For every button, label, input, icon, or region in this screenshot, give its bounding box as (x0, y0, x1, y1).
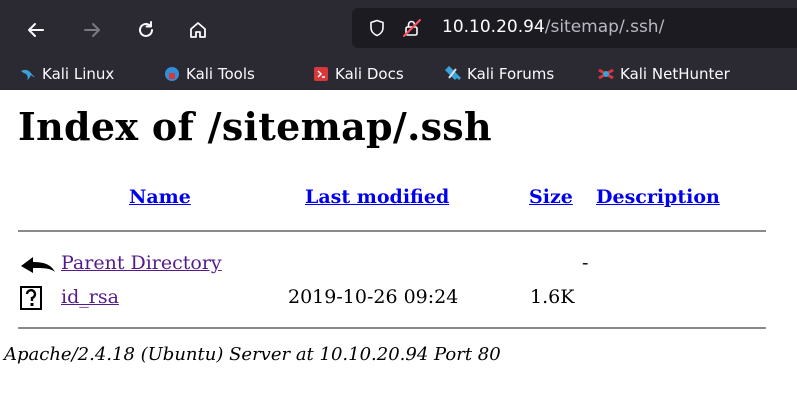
bookmark-kali-forums[interactable]: Kali Forums (445, 65, 554, 83)
footer-divider (18, 327, 766, 329)
back-folder-icon (21, 257, 55, 273)
reload-icon (139, 21, 153, 37)
navigation-toolbar: 10.10.20.94/sitemap/.ssh/ (0, 0, 797, 58)
sort-modified-link[interactable]: Last modified (305, 186, 449, 208)
insecure-lock-icon[interactable] (402, 18, 422, 38)
back-button[interactable] (22, 16, 50, 44)
home-icon (190, 22, 206, 38)
url-host: 10.10.20.94 (442, 17, 545, 37)
row-size: - (582, 252, 589, 274)
bookmark-kali-nethunter[interactable]: Kali NetHunter (598, 65, 730, 83)
back-arrow-icon (28, 23, 44, 37)
column-header-description[interactable]: Description (596, 186, 720, 208)
unknown-file-icon (20, 286, 42, 310)
sort-size-link[interactable]: Size (529, 186, 573, 208)
shield-icon[interactable] (368, 19, 386, 37)
column-header-name[interactable]: Name (129, 186, 191, 208)
header-divider (18, 230, 766, 232)
reload-button[interactable] (132, 16, 160, 44)
row-last-modified: 2019-10-26 09:24 (288, 286, 459, 308)
kali-forums-icon (445, 66, 461, 81)
kali-nethunter-icon (598, 68, 614, 80)
bookmark-kali-linux[interactable]: Kali Linux (20, 65, 114, 83)
forward-button[interactable] (78, 16, 106, 44)
bookmark-label: Kali NetHunter (620, 65, 730, 83)
row-size: 1.6K (530, 286, 575, 308)
column-header-last-modified[interactable]: Last modified (305, 186, 449, 208)
kali-tools-icon (165, 67, 179, 81)
url-text[interactable]: 10.10.20.94/sitemap/.ssh/ (442, 17, 664, 37)
bookmark-label: Kali Docs (335, 65, 404, 83)
home-button[interactable] (184, 16, 212, 44)
bookmarks-toolbar: Kali Linux Kali Tools Kali Docs Kali For… (0, 58, 797, 90)
parent-directory-link[interactable]: Parent Directory (61, 252, 222, 274)
bookmark-label: Kali Tools (186, 65, 255, 83)
kali-dragon-icon (21, 69, 35, 80)
sort-description-link[interactable]: Description (596, 186, 720, 208)
bookmark-kali-docs[interactable]: Kali Docs (313, 65, 404, 83)
page-title: Index of /sitemap/.ssh (18, 104, 492, 149)
kali-docs-icon (314, 67, 328, 81)
bookmark-kali-tools[interactable]: Kali Tools (164, 65, 255, 83)
url-path: /sitemap/.ssh/ (544, 17, 665, 37)
column-header-size[interactable]: Size (529, 186, 573, 208)
page-content: Index of /sitemap/.ssh Name Last modifie… (0, 90, 797, 415)
file-link-id-rsa[interactable]: id_rsa (61, 286, 119, 308)
forward-arrow-icon (84, 23, 100, 37)
server-signature: Apache/2.4.18 (Ubuntu) Server at 10.10.2… (4, 344, 501, 365)
bookmark-label: Kali Linux (42, 65, 115, 83)
bookmark-label: Kali Forums (467, 65, 555, 83)
address-bar[interactable]: 10.10.20.94/sitemap/.ssh/ (352, 8, 797, 48)
sort-name-link[interactable]: Name (129, 186, 191, 208)
browser-chrome: 10.10.20.94/sitemap/.ssh/ Kali Linux Kal… (0, 0, 797, 90)
